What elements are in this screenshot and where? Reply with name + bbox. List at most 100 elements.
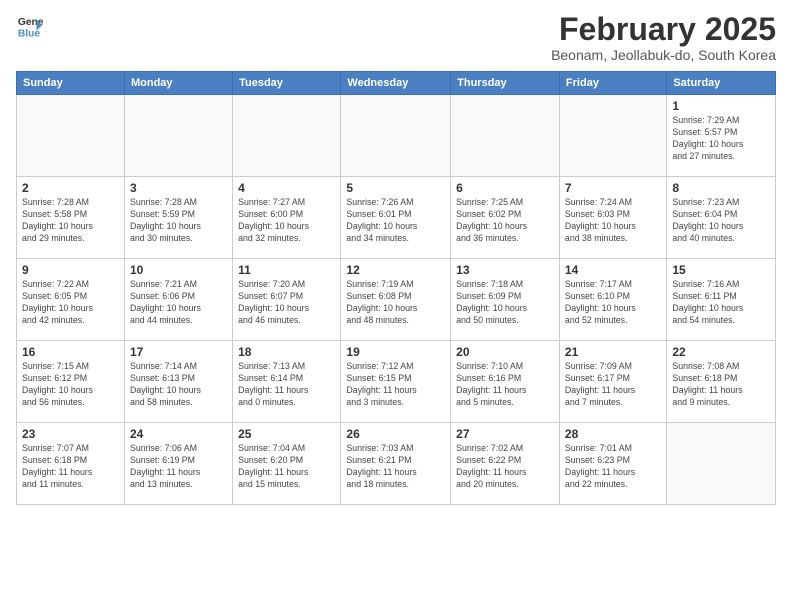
calendar-week-row: 9 Sunrise: 7:22 AM Sunset: 6:05 PM Daylig… — [17, 259, 776, 341]
col-friday: Friday — [559, 72, 666, 95]
calendar-cell — [341, 95, 451, 177]
day-number: 28 — [565, 427, 661, 441]
day-info: Sunrise: 7:20 AM Sunset: 6:07 PM Dayligh… — [238, 279, 335, 327]
day-info: Sunrise: 7:18 AM Sunset: 6:09 PM Dayligh… — [456, 279, 554, 327]
day-number: 9 — [22, 263, 119, 277]
day-info: Sunrise: 7:29 AM Sunset: 5:57 PM Dayligh… — [672, 115, 770, 163]
day-number: 15 — [672, 263, 770, 277]
day-info: Sunrise: 7:21 AM Sunset: 6:06 PM Dayligh… — [130, 279, 227, 327]
month-title: February 2025 — [551, 12, 776, 47]
calendar-cell: 19Sunrise: 7:12 AM Sunset: 6:15 PM Dayli… — [341, 341, 451, 423]
day-info: Sunrise: 7:12 AM Sunset: 6:15 PM Dayligh… — [346, 361, 445, 409]
day-info: Sunrise: 7:13 AM Sunset: 6:14 PM Dayligh… — [238, 361, 335, 409]
day-number: 3 — [130, 181, 227, 195]
calendar-cell: 20 Sunrise: 7:10 AM Sunset: 6:16 PM Dayli… — [451, 341, 560, 423]
day-info: Sunrise: 7:14 AM Sunset: 6:13 PM Dayligh… — [130, 361, 227, 409]
calendar-cell: 13 Sunrise: 7:18 AM Sunset: 6:09 PM Dayli… — [451, 259, 560, 341]
calendar-cell: 21 Sunrise: 7:09 AM Sunset: 6:17 PM Dayli… — [559, 341, 666, 423]
day-info: Sunrise: 7:28 AM Sunset: 5:59 PM Dayligh… — [130, 197, 227, 245]
day-number: 22 — [672, 345, 770, 359]
day-number: 13 — [456, 263, 554, 277]
day-number: 12 — [346, 263, 445, 277]
calendar-cell: 27 Sunrise: 7:02 AM Sunset: 6:22 PM Dayli… — [451, 423, 560, 505]
calendar-header-row: Sunday Monday Tuesday Wednesday Thursday… — [17, 72, 776, 95]
day-number: 17 — [130, 345, 227, 359]
calendar: Sunday Monday Tuesday Wednesday Thursday… — [16, 71, 776, 505]
calendar-cell: 26Sunrise: 7:03 AM Sunset: 6:21 PM Dayli… — [341, 423, 451, 505]
calendar-cell: 3 Sunrise: 7:28 AM Sunset: 5:59 PM Daylig… — [124, 177, 232, 259]
day-info: Sunrise: 7:06 AM Sunset: 6:19 PM Dayligh… — [130, 443, 227, 491]
day-number: 1 — [672, 99, 770, 113]
col-saturday: Saturday — [667, 72, 776, 95]
day-number: 21 — [565, 345, 661, 359]
calendar-cell — [233, 95, 341, 177]
calendar-cell: 8 Sunrise: 7:23 AM Sunset: 6:04 PM Daylig… — [667, 177, 776, 259]
day-number: 14 — [565, 263, 661, 277]
calendar-cell: 6Sunrise: 7:25 AM Sunset: 6:02 PM Daylig… — [451, 177, 560, 259]
calendar-cell: 23Sunrise: 7:07 AM Sunset: 6:18 PM Dayli… — [17, 423, 125, 505]
day-info: Sunrise: 7:28 AM Sunset: 5:58 PM Dayligh… — [22, 197, 119, 245]
day-number: 4 — [238, 181, 335, 195]
day-info: Sunrise: 7:25 AM Sunset: 6:02 PM Dayligh… — [456, 197, 554, 245]
calendar-cell: 28 Sunrise: 7:01 AM Sunset: 6:23 PM Dayli… — [559, 423, 666, 505]
day-info: Sunrise: 7:23 AM Sunset: 6:04 PM Dayligh… — [672, 197, 770, 245]
calendar-cell: 22 Sunrise: 7:08 AM Sunset: 6:18 PM Dayli… — [667, 341, 776, 423]
col-wednesday: Wednesday — [341, 72, 451, 95]
logo-icon: General Blue — [16, 12, 44, 40]
day-info: Sunrise: 7:15 AM Sunset: 6:12 PM Dayligh… — [22, 361, 119, 409]
day-info: Sunrise: 7:27 AM Sunset: 6:00 PM Dayligh… — [238, 197, 335, 245]
calendar-week-row: 2 Sunrise: 7:28 AM Sunset: 5:58 PM Daylig… — [17, 177, 776, 259]
header: General Blue February 2025 Beonam, Jeoll… — [16, 12, 776, 63]
location: Beonam, Jeollabuk-do, South Korea — [551, 47, 776, 63]
col-monday: Monday — [124, 72, 232, 95]
calendar-cell: 7Sunrise: 7:24 AM Sunset: 6:03 PM Daylig… — [559, 177, 666, 259]
day-info: Sunrise: 7:03 AM Sunset: 6:21 PM Dayligh… — [346, 443, 445, 491]
logo: General Blue — [16, 12, 44, 40]
day-info: Sunrise: 7:10 AM Sunset: 6:16 PM Dayligh… — [456, 361, 554, 409]
day-number: 18 — [238, 345, 335, 359]
calendar-cell: 9 Sunrise: 7:22 AM Sunset: 6:05 PM Daylig… — [17, 259, 125, 341]
day-info: Sunrise: 7:04 AM Sunset: 6:20 PM Dayligh… — [238, 443, 335, 491]
calendar-cell: 15 Sunrise: 7:16 AM Sunset: 6:11 PM Dayli… — [667, 259, 776, 341]
day-info: Sunrise: 7:08 AM Sunset: 6:18 PM Dayligh… — [672, 361, 770, 409]
day-info: Sunrise: 7:16 AM Sunset: 6:11 PM Dayligh… — [672, 279, 770, 327]
day-info: Sunrise: 7:07 AM Sunset: 6:18 PM Dayligh… — [22, 443, 119, 491]
day-number: 5 — [346, 181, 445, 195]
day-number: 27 — [456, 427, 554, 441]
day-info: Sunrise: 7:19 AM Sunset: 6:08 PM Dayligh… — [346, 279, 445, 327]
day-info: Sunrise: 7:24 AM Sunset: 6:03 PM Dayligh… — [565, 197, 661, 245]
calendar-week-row: 23Sunrise: 7:07 AM Sunset: 6:18 PM Dayli… — [17, 423, 776, 505]
col-sunday: Sunday — [17, 72, 125, 95]
day-number: 20 — [456, 345, 554, 359]
calendar-cell: 5 Sunrise: 7:26 AM Sunset: 6:01 PM Daylig… — [341, 177, 451, 259]
calendar-cell: 1 Sunrise: 7:29 AM Sunset: 5:57 PM Daylig… — [667, 95, 776, 177]
calendar-cell: 2 Sunrise: 7:28 AM Sunset: 5:58 PM Daylig… — [17, 177, 125, 259]
day-info: Sunrise: 7:26 AM Sunset: 6:01 PM Dayligh… — [346, 197, 445, 245]
calendar-week-row: 1 Sunrise: 7:29 AM Sunset: 5:57 PM Daylig… — [17, 95, 776, 177]
title-section: February 2025 Beonam, Jeollabuk-do, Sout… — [551, 12, 776, 63]
calendar-cell: 18 Sunrise: 7:13 AM Sunset: 6:14 PM Dayli… — [233, 341, 341, 423]
day-info: Sunrise: 7:01 AM Sunset: 6:23 PM Dayligh… — [565, 443, 661, 491]
col-tuesday: Tuesday — [233, 72, 341, 95]
calendar-cell: 12 Sunrise: 7:19 AM Sunset: 6:08 PM Dayli… — [341, 259, 451, 341]
calendar-cell: 4 Sunrise: 7:27 AM Sunset: 6:00 PM Daylig… — [233, 177, 341, 259]
day-info: Sunrise: 7:22 AM Sunset: 6:05 PM Dayligh… — [22, 279, 119, 327]
day-number: 24 — [130, 427, 227, 441]
calendar-cell — [667, 423, 776, 505]
calendar-cell: 17 Sunrise: 7:14 AM Sunset: 6:13 PM Dayli… — [124, 341, 232, 423]
day-number: 8 — [672, 181, 770, 195]
page: General Blue February 2025 Beonam, Jeoll… — [0, 0, 792, 612]
day-number: 2 — [22, 181, 119, 195]
day-info: Sunrise: 7:02 AM Sunset: 6:22 PM Dayligh… — [456, 443, 554, 491]
day-number: 25 — [238, 427, 335, 441]
calendar-week-row: 16 Sunrise: 7:15 AM Sunset: 6:12 PM Dayli… — [17, 341, 776, 423]
calendar-cell: 25 Sunrise: 7:04 AM Sunset: 6:20 PM Dayli… — [233, 423, 341, 505]
calendar-cell — [124, 95, 232, 177]
calendar-cell: 14Sunrise: 7:17 AM Sunset: 6:10 PM Dayli… — [559, 259, 666, 341]
calendar-cell: 10 Sunrise: 7:21 AM Sunset: 6:06 PM Dayli… — [124, 259, 232, 341]
day-number: 16 — [22, 345, 119, 359]
day-number: 10 — [130, 263, 227, 277]
day-info: Sunrise: 7:09 AM Sunset: 6:17 PM Dayligh… — [565, 361, 661, 409]
calendar-cell: 11 Sunrise: 7:20 AM Sunset: 6:07 PM Dayli… — [233, 259, 341, 341]
day-number: 11 — [238, 263, 335, 277]
